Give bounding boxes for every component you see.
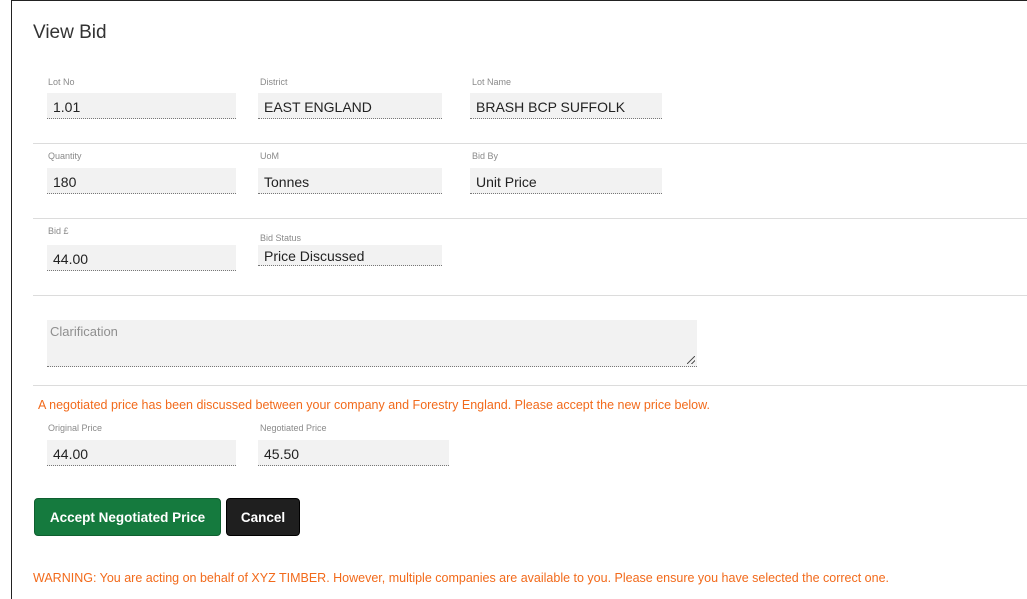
clarification-placeholder: Clarification (50, 324, 118, 339)
negotiated-price-label: Negotiated Price (260, 423, 327, 433)
bid-field: 44.00 (47, 245, 236, 271)
quantity-field: 180 (47, 168, 236, 194)
original-price-label: Original Price (48, 423, 103, 433)
bid-status-field: Price Discussed (258, 245, 442, 266)
bid-label: Bid £ (48, 226, 69, 236)
page-title: View Bid (33, 22, 107, 43)
uom-label: UoM (260, 151, 280, 161)
lot-no-field: 1.01 (47, 93, 236, 119)
lot-name-label: Lot Name (472, 77, 512, 87)
bid-by-field: Unit Price (470, 168, 662, 194)
original-price-field: 44.00 (47, 440, 236, 466)
negotiation-notice: A negotiated price has been discussed be… (38, 398, 710, 412)
clarification-textarea[interactable]: Clarification (47, 320, 697, 367)
divider (33, 143, 1027, 144)
lot-name-field: BRASH BCP SUFFOLK (470, 93, 662, 119)
district-label: District (260, 77, 288, 87)
cancel-button[interactable]: Cancel (226, 498, 300, 536)
divider (33, 385, 1027, 386)
company-warning: WARNING: You are acting on behalf of XYZ… (33, 571, 890, 585)
bid-status-label: Bid Status (260, 233, 302, 243)
district-field: EAST ENGLAND (258, 93, 442, 119)
quantity-label: Quantity (48, 151, 82, 161)
divider (33, 218, 1027, 219)
accept-negotiated-price-button[interactable]: Accept Negotiated Price (34, 498, 221, 536)
lot-no-label: Lot No (48, 77, 75, 87)
resize-grip-icon[interactable] (687, 356, 695, 364)
negotiated-price-field: 45.50 (258, 440, 449, 466)
bid-by-label: Bid By (472, 151, 499, 161)
uom-field: Tonnes (258, 168, 442, 194)
divider (33, 295, 1027, 296)
